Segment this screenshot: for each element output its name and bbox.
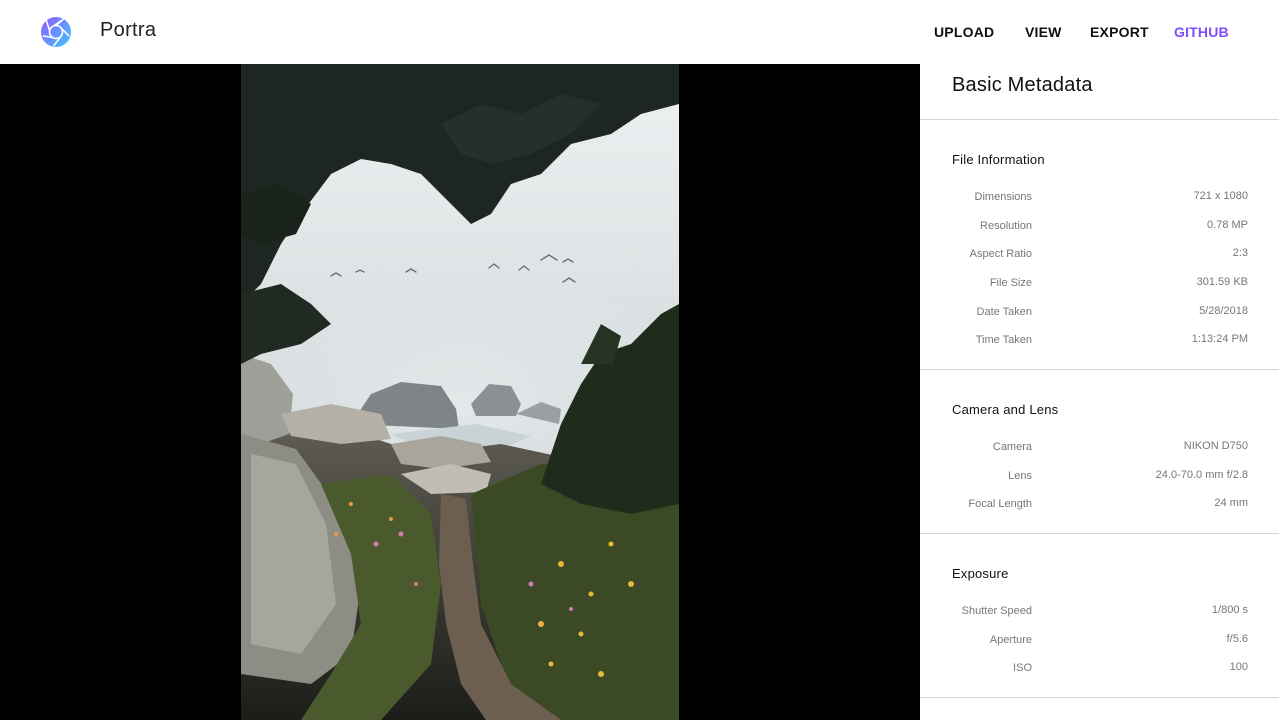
meta-row-time-taken: Time Taken 1:13:24 PM: [920, 333, 1279, 354]
app-header: Portra UPLOAD VIEW EXPORT GITHUB: [0, 0, 1279, 64]
meta-value: 24.0-70.0 mm f/2.8: [1155, 469, 1248, 481]
meta-label: Camera: [992, 441, 1032, 453]
meta-value: 1/800 s: [1211, 604, 1248, 616]
meta-value: f/5.6: [1226, 633, 1248, 645]
meta-label: Aspect Ratio: [969, 248, 1032, 260]
divider: [920, 533, 1279, 534]
meta-label: Resolution: [980, 220, 1032, 232]
section-title-exposure: Exposure: [952, 566, 1009, 581]
meta-value: 301.59 KB: [1196, 276, 1248, 288]
app-title[interactable]: Portra: [100, 19, 156, 42]
meta-label: Date Taken: [976, 306, 1032, 318]
panel-title: Basic Metadata: [952, 74, 1093, 96]
nav-export-link[interactable]: EXPORT: [1090, 24, 1149, 40]
meta-value: NIKON D750: [1183, 440, 1248, 452]
meta-row-resolution: Resolution 0.78 MP: [920, 219, 1279, 240]
section-title-file-information: File Information: [952, 152, 1045, 167]
divider: [920, 369, 1279, 370]
meta-label: Dimensions: [974, 191, 1032, 203]
meta-label: Shutter Speed: [961, 605, 1032, 617]
meta-value: 0.78 MP: [1207, 219, 1248, 231]
nav-github-link[interactable]: GITHUB: [1174, 24, 1229, 40]
meta-label: File Size: [989, 277, 1032, 289]
meta-row-focal-length: Focal Length 24 mm: [920, 497, 1279, 518]
meta-label: ISO: [1013, 662, 1032, 674]
meta-row-lens: Lens 24.0-70.0 mm f/2.8: [920, 469, 1279, 490]
nav-view-link[interactable]: VIEW: [1025, 24, 1062, 40]
meta-row-file-size: File Size 301.59 KB: [920, 276, 1279, 297]
meta-label: Focal Length: [968, 498, 1032, 510]
aperture-icon[interactable]: [40, 16, 72, 48]
meta-value: 721 x 1080: [1193, 190, 1248, 202]
metadata-panel: Basic Metadata File Information Dimensio…: [920, 64, 1279, 720]
meta-row-shutter-speed: Shutter Speed 1/800 s: [920, 604, 1279, 625]
nav-upload-link[interactable]: UPLOAD: [934, 24, 994, 40]
meta-value: 1:13:24 PM: [1191, 333, 1248, 345]
section-title-camera-and-lens: Camera and Lens: [952, 402, 1059, 417]
meta-label: Aperture: [989, 634, 1032, 646]
meta-value: 5/28/2018: [1199, 305, 1248, 317]
meta-label: Lens: [1008, 470, 1032, 482]
divider: [920, 697, 1279, 698]
photo-preview: [241, 64, 679, 720]
meta-row-aspect-ratio: Aspect Ratio 2:3: [920, 247, 1279, 268]
meta-row-date-taken: Date Taken 5/28/2018: [920, 305, 1279, 326]
meta-row-camera: Camera NIKON D750: [920, 440, 1279, 461]
image-viewer: [0, 64, 920, 720]
meta-row-iso: ISO 100: [920, 661, 1279, 682]
meta-row-dimensions: Dimensions 721 x 1080: [920, 190, 1279, 211]
meta-value: 24 mm: [1214, 497, 1248, 509]
meta-value: 2:3: [1232, 247, 1248, 259]
meta-label: Time Taken: [975, 334, 1032, 346]
meta-row-aperture: Aperture f/5.6: [920, 633, 1279, 654]
meta-value: 100: [1229, 661, 1248, 673]
divider: [920, 119, 1279, 120]
